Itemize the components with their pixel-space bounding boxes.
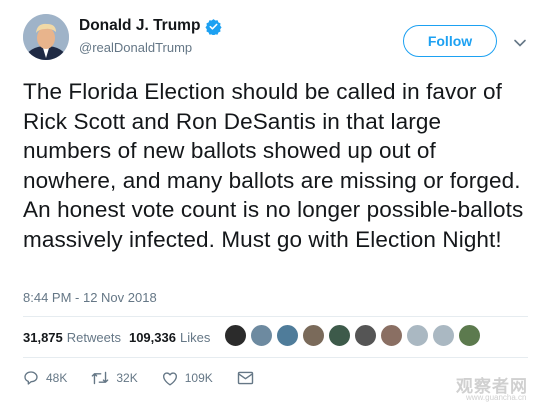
retweets-label: Retweets	[66, 330, 121, 345]
liker-avatars	[224, 324, 484, 347]
tweet-card: Donald J. Trump @realDonaldTrump Follow …	[0, 0, 550, 405]
retweet-icon	[92, 371, 109, 385]
liker-avatar[interactable]	[250, 324, 273, 347]
timestamp[interactable]: 8:44 PM - 12 Nov 2018	[23, 290, 157, 305]
author-name-row: Donald J. Trump	[79, 17, 223, 36]
liker-avatar[interactable]	[380, 324, 403, 347]
reply-icon	[24, 371, 38, 385]
watermark-url: www.guancha.cn	[466, 393, 527, 402]
follow-button[interactable]: Follow	[403, 25, 497, 57]
reply-button[interactable]: 48K	[23, 370, 67, 386]
liker-avatar[interactable]	[224, 324, 247, 347]
tweet-text: The Florida Election should be called in…	[23, 79, 524, 252]
tweet-actions: 48K 32K 109K	[23, 370, 285, 386]
divider	[23, 316, 528, 317]
retweets-stat[interactable]: 31,875 Retweets	[23, 330, 121, 345]
avatar[interactable]	[23, 14, 69, 60]
like-icon	[162, 371, 177, 386]
retweet-button[interactable]: 32K	[91, 370, 138, 386]
liker-avatar[interactable]	[328, 324, 351, 347]
liker-avatar[interactable]	[458, 324, 481, 347]
display-name[interactable]: Donald J. Trump	[79, 17, 200, 35]
direct-message-button[interactable]	[237, 371, 261, 385]
direct-message-icon	[237, 371, 253, 385]
verified-badge-icon	[205, 18, 223, 36]
liker-avatar[interactable]	[276, 324, 299, 347]
author-handle[interactable]: @realDonaldTrump	[79, 40, 192, 55]
retweet-count: 32K	[116, 371, 138, 385]
liker-avatar[interactable]	[354, 324, 377, 347]
likes-stat[interactable]: 109,336 Likes	[129, 330, 210, 345]
likes-count: 109,336	[128, 330, 176, 345]
like-button[interactable]: 109K	[162, 371, 213, 386]
liker-avatar[interactable]	[432, 324, 455, 347]
chevron-down-icon[interactable]	[513, 36, 527, 50]
reply-count: 48K	[46, 371, 68, 385]
retweets-count: 31,875	[23, 330, 63, 345]
liker-avatar[interactable]	[302, 324, 325, 347]
likes-label: Likes	[179, 330, 211, 345]
like-count: 109K	[184, 371, 213, 385]
liker-avatar[interactable]	[406, 324, 429, 347]
engagement-stats: 31,875 Retweets 109,336 Likes	[23, 330, 218, 345]
divider	[23, 357, 528, 358]
